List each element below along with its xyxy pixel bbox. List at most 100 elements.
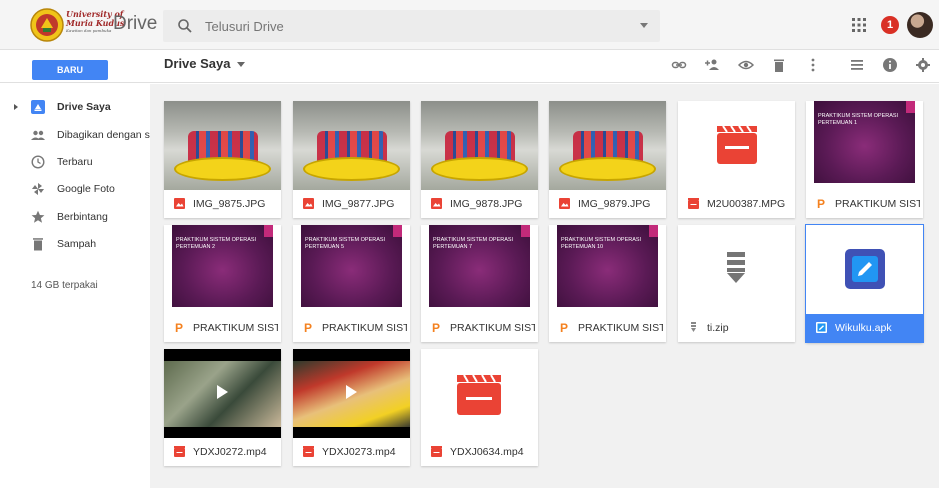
svg-text:P: P bbox=[432, 322, 440, 333]
sidebar-item-starred[interactable]: Berbintang bbox=[0, 205, 150, 231]
more-vert-icon[interactable] bbox=[805, 57, 821, 73]
file-card[interactable]: YDXJ0634.mp4 bbox=[421, 349, 538, 466]
file-thumbnail: PRAKTIKUM SISTEM OPERASI PERTEMUAN 1 bbox=[806, 101, 923, 190]
image-file-icon bbox=[431, 198, 442, 209]
search-options-chevron-down-icon[interactable] bbox=[640, 23, 648, 28]
file-card[interactable]: PRAKTIKUM SISTEM OPERASI PERTEMUAN 10 P … bbox=[549, 225, 666, 342]
apps-grid-icon[interactable] bbox=[852, 18, 866, 32]
file-name: ti.zip bbox=[707, 322, 729, 334]
file-card[interactable]: PRAKTIKUM SISTEM OPERASI PERTEMUAN 1 P P… bbox=[806, 101, 923, 218]
university-logo[interactable] bbox=[30, 8, 64, 42]
pinwheel-icon bbox=[32, 183, 44, 195]
image-file-icon bbox=[174, 198, 185, 209]
file-thumbnail bbox=[164, 349, 281, 438]
file-card[interactable]: YDXJ0273.mp4 bbox=[293, 349, 410, 466]
file-card[interactable]: ti.zip bbox=[678, 225, 795, 342]
slides-file-icon: P bbox=[432, 322, 440, 333]
sidebar-item-label: Terbaru bbox=[57, 156, 93, 168]
link-icon[interactable] bbox=[671, 57, 687, 73]
top-bar: University of Muria Kudus Kawitan dan pa… bbox=[0, 0, 939, 50]
app-edit-icon bbox=[845, 249, 885, 289]
file-card[interactable]: PRAKTIKUM SISTEM OPERASI PERTEMUAN 2 P P… bbox=[164, 225, 281, 342]
storage-usage: 14 GB terpakai bbox=[31, 280, 98, 291]
file-card[interactable]: M2U00387.MPG bbox=[678, 101, 795, 218]
play-icon[interactable] bbox=[346, 385, 357, 399]
file-caption: IMG_9878.JPG bbox=[421, 190, 538, 218]
search-box[interactable] bbox=[163, 10, 660, 42]
file-caption: IMG_9877.JPG bbox=[293, 190, 410, 218]
file-card[interactable]: YDXJ0272.mp4 bbox=[164, 349, 281, 466]
file-thumbnail bbox=[421, 101, 538, 190]
file-card[interactable]: IMG_9875.JPG bbox=[164, 101, 281, 218]
slide-title: PRAKTIKUM SISTEM OPERASI PERTEMUAN 1 bbox=[818, 113, 899, 126]
drive-icon bbox=[31, 100, 45, 114]
clock-icon bbox=[31, 155, 45, 169]
preview-eye-icon[interactable] bbox=[738, 57, 754, 73]
play-icon[interactable] bbox=[217, 385, 228, 399]
trash-icon[interactable] bbox=[771, 57, 787, 73]
list-view-icon[interactable] bbox=[849, 57, 865, 73]
video-file-icon bbox=[303, 446, 314, 457]
file-caption: ti.zip bbox=[678, 314, 795, 342]
zip-file-icon bbox=[691, 322, 696, 332]
file-card[interactable]: IMG_9877.JPG bbox=[293, 101, 410, 218]
file-thumbnail: PRAKTIKUM SISTEM OPERASI PERTEMUAN 2 bbox=[164, 225, 281, 314]
file-name: YDXJ0272.mp4 bbox=[193, 446, 267, 458]
search-input[interactable] bbox=[205, 10, 625, 42]
apk-file-icon bbox=[816, 322, 827, 333]
file-name: IMG_9875.JPG bbox=[193, 198, 266, 210]
file-card[interactable]: PRAKTIKUM SISTEM OPERASI PERTEMUAN 7 P P… bbox=[421, 225, 538, 342]
video-file-icon bbox=[688, 198, 699, 209]
file-name: PRAKTIKUM SISTE... bbox=[193, 322, 278, 334]
file-card[interactable]: IMG_9878.JPG bbox=[421, 101, 538, 218]
video-file-icon bbox=[431, 446, 442, 457]
file-card[interactable]: PRAKTIKUM SISTEM OPERASI PERTEMUAN 5 P P… bbox=[293, 225, 410, 342]
file-thumbnail bbox=[293, 349, 410, 438]
file-card[interactable]: IMG_9879.JPG bbox=[549, 101, 666, 218]
svg-text:P: P bbox=[817, 198, 825, 209]
file-thumbnail bbox=[678, 101, 795, 190]
image-file-icon bbox=[303, 198, 314, 209]
video-file-icon bbox=[457, 375, 501, 415]
file-grid: IMG_9875.JPG IMG_9877.JPG IMG_9878.JPG I… bbox=[150, 84, 939, 488]
file-card-selected[interactable]: Wikulku.apk bbox=[806, 225, 923, 342]
settings-gear-icon[interactable] bbox=[915, 57, 931, 73]
svg-text:P: P bbox=[560, 322, 568, 333]
file-name: PRAKTIKUM SISTE... bbox=[322, 322, 407, 334]
new-button[interactable]: BARU bbox=[32, 60, 108, 80]
file-thumbnail bbox=[678, 225, 795, 314]
notification-badge[interactable]: 1 bbox=[881, 16, 899, 34]
file-thumbnail bbox=[421, 349, 538, 438]
search-icon[interactable] bbox=[177, 18, 193, 34]
avatar[interactable] bbox=[907, 12, 933, 38]
sidebar-item-shared[interactable]: Dibagikan dengan saya bbox=[0, 123, 167, 149]
sidebar-item-my-drive[interactable]: Drive Saya bbox=[0, 95, 150, 121]
slides-file-icon: P bbox=[560, 322, 568, 333]
expand-arrow-icon[interactable] bbox=[14, 104, 18, 110]
image-file-icon bbox=[559, 198, 570, 209]
file-thumbnail bbox=[164, 101, 281, 190]
file-thumbnail: PRAKTIKUM SISTEM OPERASI PERTEMUAN 5 bbox=[293, 225, 410, 314]
add-person-icon[interactable] bbox=[704, 57, 720, 73]
file-caption: YDXJ0272.mp4 bbox=[164, 438, 281, 466]
slide-title: PRAKTIKUM SISTEM OPERASI PERTEMUAN 2 bbox=[176, 237, 257, 250]
sidebar-item-recent[interactable]: Terbaru bbox=[0, 150, 150, 176]
slide-title: PRAKTIKUM SISTEM OPERASI PERTEMUAN 10 bbox=[561, 237, 642, 250]
product-name[interactable]: Drive bbox=[113, 13, 157, 35]
rafting-photo bbox=[421, 101, 538, 190]
sidebar-item-label: Sampah bbox=[57, 238, 97, 250]
breadcrumb[interactable]: Drive Saya bbox=[164, 56, 245, 71]
file-caption: P PRAKTIKUM SISTE... bbox=[164, 314, 281, 342]
file-name: YDXJ0634.mp4 bbox=[450, 446, 524, 458]
sidebar-item-label: Berbintang bbox=[57, 211, 108, 223]
sidebar-item-google-photos[interactable]: Google Foto bbox=[0, 177, 150, 203]
file-caption: P PRAKTIKUM SISTE... bbox=[806, 190, 923, 218]
slide-preview: PRAKTIKUM SISTEM OPERASI PERTEMUAN 5 bbox=[301, 225, 402, 307]
rafting-photo bbox=[549, 101, 666, 190]
file-name: PRAKTIKUM SISTE... bbox=[578, 322, 663, 334]
file-caption: IMG_9875.JPG bbox=[164, 190, 281, 218]
slide-title: PRAKTIKUM SISTEM OPERASI PERTEMUAN 5 bbox=[305, 237, 386, 250]
slide-title: PRAKTIKUM SISTEM OPERASI PERTEMUAN 7 bbox=[433, 237, 514, 250]
sidebar-item-trash[interactable]: Sampah bbox=[0, 232, 150, 258]
info-icon[interactable] bbox=[882, 57, 898, 73]
